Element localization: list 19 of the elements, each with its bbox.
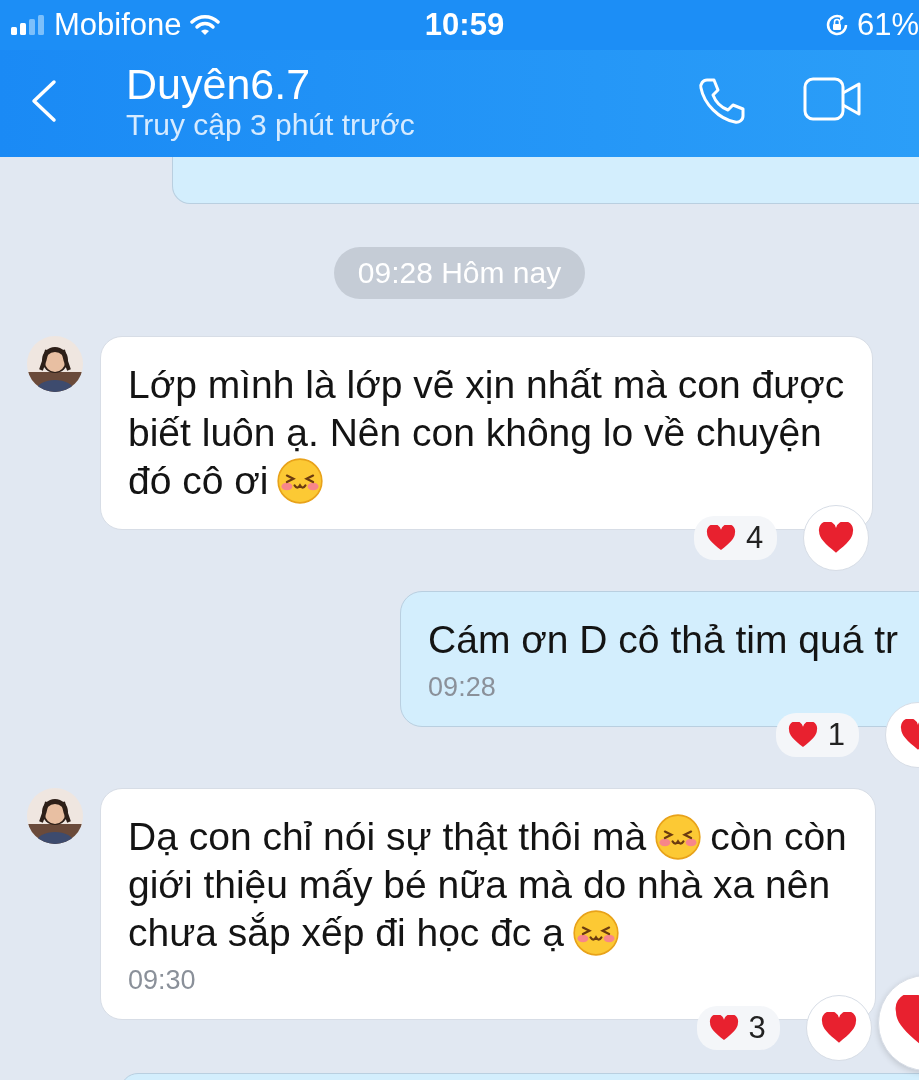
message-text: chưa sắp xếp đi học đc ạ	[128, 910, 564, 956]
message-time: 09:30	[128, 965, 197, 995]
message-text: biết luôn ạ. Nên con không lo về chuyện	[128, 410, 822, 456]
message-text: đó cô ơi	[128, 458, 269, 504]
clock-time: 10:59	[424, 7, 505, 42]
message-time: 09:28	[428, 672, 497, 702]
last-seen-status: Truy cập 3 phút trước	[126, 107, 416, 142]
carrier-name: Mobifone	[54, 7, 182, 43]
battery-percentage: 61%	[856, 7, 919, 43]
reaction-count[interactable]: 1	[775, 713, 859, 757]
message-text: còn còn	[710, 814, 847, 860]
reaction-count[interactable]: 4	[694, 516, 778, 560]
message-text: giới thiệu mấy bé nữa mà do nhà xa nên	[128, 862, 831, 908]
reaction-count[interactable]: 3	[696, 1006, 780, 1050]
message-text: Lớp mình là lớp vẽ xịn nhất mà con được	[128, 362, 845, 408]
date-separator: 09:28 Hôm nay	[333, 247, 586, 299]
contact-name: Duyên6.7	[126, 59, 312, 108]
message-text: Cám ơn D cô thả tim quá tr	[428, 617, 898, 663]
message-text: Dạ con chỉ nói sự thật thôi mà	[128, 814, 647, 860]
